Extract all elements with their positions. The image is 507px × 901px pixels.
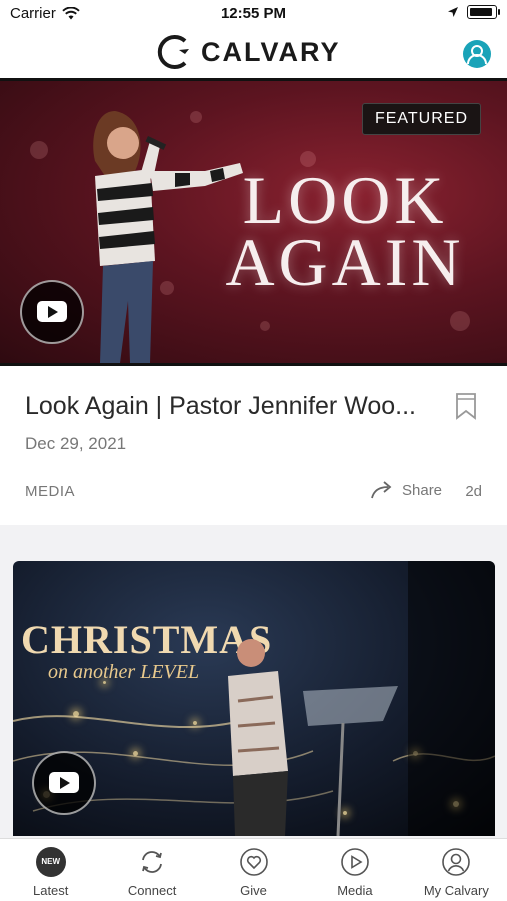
battery-icon bbox=[467, 5, 500, 19]
speaker-figure-image bbox=[228, 639, 398, 836]
artwork-line-2: AGAIN bbox=[225, 224, 465, 300]
featured-title[interactable]: Look Again | Pastor Jennifer Woo... bbox=[25, 392, 425, 421]
media-card[interactable]: CHRISTMAS on another LEVEL bbox=[13, 561, 495, 836]
sync-icon bbox=[142, 851, 163, 873]
profile-button[interactable] bbox=[463, 40, 491, 68]
play-video-button[interactable] bbox=[32, 751, 96, 815]
card-artwork-subtitle: on another LEVEL bbox=[48, 661, 200, 683]
heart-icon bbox=[239, 848, 268, 876]
artwork-line-1: LOOK bbox=[242, 162, 448, 238]
share-label: Share bbox=[402, 481, 443, 499]
tab-label: Media bbox=[337, 883, 373, 898]
status-bar: Carrier 12:55 PM bbox=[0, 0, 507, 28]
profile-icon bbox=[467, 45, 487, 65]
featured-date: Dec 29, 2021 bbox=[25, 434, 127, 453]
app-header: CALVARY bbox=[0, 28, 507, 81]
featured-card[interactable]: FEATURED LOOK AGAIN Look Again | Pastor … bbox=[0, 81, 507, 525]
featured-badge: FEATURED bbox=[361, 103, 481, 135]
person-icon bbox=[442, 848, 471, 876]
share-icon bbox=[371, 481, 392, 499]
clock: 12:55 PM bbox=[220, 5, 287, 22]
tab-label: Latest bbox=[32, 883, 69, 898]
location-arrow-icon bbox=[448, 7, 458, 17]
tab-label: Give bbox=[240, 883, 267, 898]
tab-give[interactable]: Give bbox=[203, 839, 304, 901]
featured-thumbnail[interactable]: FEATURED LOOK AGAIN bbox=[0, 81, 507, 366]
tab-my-calvary[interactable]: My Calvary bbox=[406, 839, 507, 901]
tab-label: My Calvary bbox=[423, 883, 489, 898]
tab-connect[interactable]: Connect bbox=[101, 839, 202, 901]
featured-artwork-title: LOOK AGAIN bbox=[205, 162, 485, 300]
tab-bar: NEW Latest Connect Give Media My Calvary bbox=[0, 838, 507, 901]
calvary-logo-mark-icon bbox=[157, 35, 189, 69]
category-label: MEDIA bbox=[25, 483, 76, 500]
tab-latest[interactable]: NEW Latest bbox=[0, 839, 101, 901]
post-age: 2d bbox=[465, 483, 482, 500]
new-badge-icon: NEW bbox=[35, 847, 66, 877]
logo-text: CALVARY bbox=[201, 36, 341, 67]
status-icons bbox=[447, 5, 500, 19]
play-video-button[interactable] bbox=[20, 280, 84, 344]
tab-label: Connect bbox=[127, 883, 177, 898]
tab-media[interactable]: Media bbox=[304, 839, 405, 901]
share-button[interactable]: Share bbox=[370, 480, 442, 500]
youtube-play-icon bbox=[49, 772, 79, 793]
calvary-logo[interactable]: CALVARY bbox=[155, 31, 341, 73]
youtube-play-icon bbox=[37, 301, 67, 322]
bookmark-icon[interactable] bbox=[455, 392, 477, 420]
play-icon bbox=[341, 848, 369, 876]
